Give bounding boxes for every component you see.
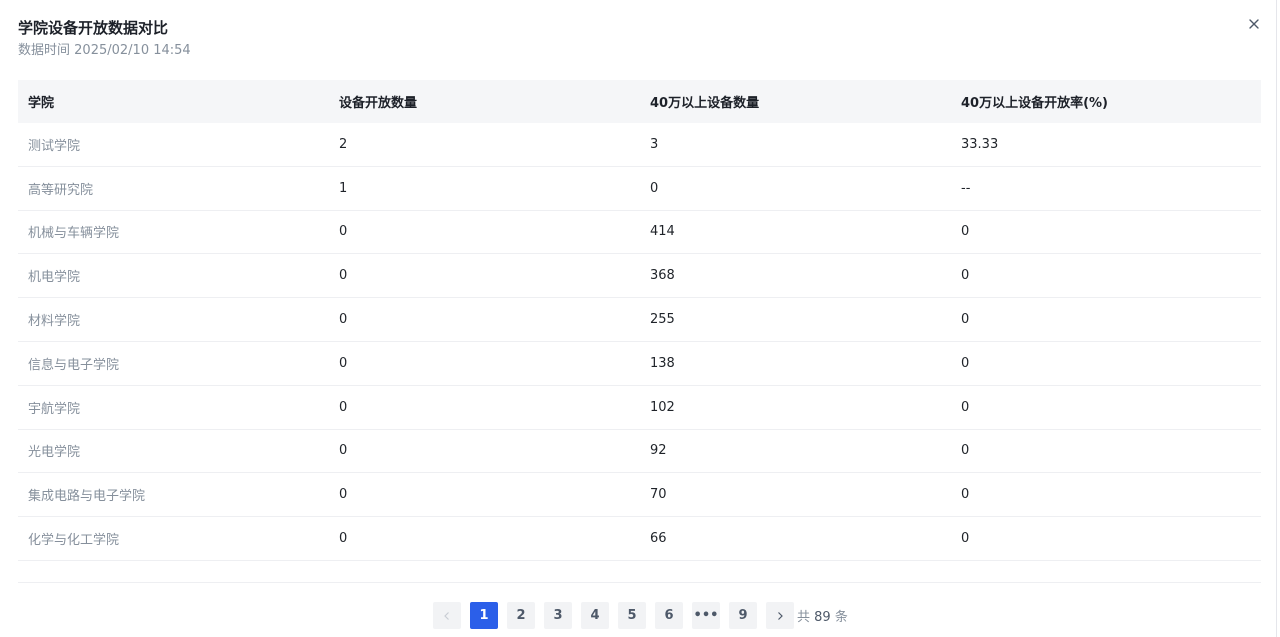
dialog-title: 学院设备开放数据对比 — [18, 19, 169, 37]
table-row: 信息与电子学院 0 138 0 — [18, 342, 1261, 386]
cell-college: 测试学院 — [28, 138, 81, 154]
cell-open-count: 1 — [339, 180, 348, 196]
cell-open-rate: 0 — [961, 531, 970, 547]
data-time-value: 2025/02/10 14:54 — [74, 43, 191, 58]
cell-device-count: 414 — [650, 224, 675, 240]
page-button[interactable]: 5 — [618, 602, 646, 629]
cell-open-rate: 0 — [961, 355, 970, 371]
page-list: 1 2 3 4 5 6 ••• 9 — [470, 602, 766, 629]
next-page-button[interactable] — [766, 602, 794, 629]
cell-open-rate: 0 — [961, 268, 970, 284]
cell-college: 机械与车辆学院 — [28, 226, 120, 242]
cell-device-count: 102 — [650, 399, 675, 415]
dialog-header: 学院设备开放数据对比 数据时间 2025/02/10 14:54 — [18, 18, 191, 60]
cell-device-count: 255 — [650, 312, 675, 328]
cell-open-rate: 0 — [961, 224, 970, 240]
page-button[interactable]: 9 — [729, 602, 757, 629]
cell-open-count: 0 — [339, 399, 348, 415]
cell-college: 机电学院 — [28, 270, 81, 286]
page-button[interactable]: 6 — [655, 602, 683, 629]
table-row: 测试学院 2 3 33.33 — [18, 123, 1261, 167]
cell-open-count: 0 — [339, 531, 348, 547]
table-row: 化学与化工学院 0 66 0 — [18, 517, 1261, 561]
cell-college: 宇航学院 — [28, 401, 81, 417]
cell-device-count: 368 — [650, 268, 675, 284]
cell-college: 材料学院 — [28, 314, 81, 330]
pagination: 1 2 3 4 5 6 ••• 9 共 89 条 — [433, 602, 848, 629]
table-row: 材料学院 0 255 0 — [18, 298, 1261, 342]
page-button[interactable]: 1 — [470, 602, 498, 629]
table-header: 学院 设备开放数量 40万以上设备数量 40万以上设备开放率(%) — [18, 80, 1261, 123]
cell-device-count: 0 — [650, 180, 659, 196]
data-time-label: 数据时间 — [18, 43, 71, 58]
cell-college: 化学与化工学院 — [28, 533, 120, 549]
cell-device-count: 70 — [650, 487, 667, 503]
prev-page-button[interactable] — [433, 602, 461, 629]
cell-open-rate: -- — [961, 180, 971, 196]
cell-college: 高等研究院 — [28, 182, 94, 198]
total-prefix: 共 — [797, 610, 811, 625]
header-open-count: 设备开放数量 — [339, 96, 418, 111]
close-icon — [1246, 16, 1262, 32]
scrollbar-track — [1276, 0, 1277, 637]
cell-device-count: 3 — [650, 136, 659, 152]
chevron-right-icon — [775, 611, 785, 621]
cell-open-rate: 33.33 — [961, 136, 999, 152]
cell-open-count: 2 — [339, 136, 348, 152]
cell-open-count: 0 — [339, 312, 348, 328]
total-suffix: 条 — [834, 610, 848, 625]
data-time: 数据时间 2025/02/10 14:54 — [18, 42, 191, 60]
cell-device-count: 92 — [650, 443, 667, 459]
total-count: 共 89 条 — [797, 606, 848, 625]
table-row: 高等研究院 1 0 -- — [18, 167, 1261, 211]
cell-open-count: 0 — [339, 355, 348, 371]
close-button[interactable] — [1246, 16, 1262, 32]
cell-college: 信息与电子学院 — [28, 357, 120, 373]
cell-college: 集成电路与电子学院 — [28, 489, 146, 505]
cell-open-rate: 0 — [961, 443, 970, 459]
page-button[interactable]: 2 — [507, 602, 535, 629]
header-open-rate: 40万以上设备开放率(%) — [961, 96, 1108, 111]
cell-open-rate: 0 — [961, 312, 970, 328]
header-device-count: 40万以上设备数量 — [650, 96, 760, 111]
header-college: 学院 — [28, 96, 55, 111]
page-button[interactable]: 4 — [581, 602, 609, 629]
cell-open-count: 0 — [339, 487, 348, 503]
cell-open-count: 0 — [339, 268, 348, 284]
total-number: 89 — [814, 610, 831, 625]
cell-open-count: 0 — [339, 443, 348, 459]
table-body: 测试学院 2 3 33.33 高等研究院 1 0 -- 机械与车辆学院 0 414 0 机电学院 0 368… — [18, 123, 1261, 561]
cell-open-rate: 0 — [961, 487, 970, 503]
page-ellipsis-button[interactable]: ••• — [692, 602, 720, 629]
cell-open-rate: 0 — [961, 399, 970, 415]
table-row: 光电学院 0 92 0 — [18, 430, 1261, 474]
table-row: 宇航学院 0 102 0 — [18, 386, 1261, 430]
table-row: 机械与车辆学院 0 414 0 — [18, 211, 1261, 255]
cell-college: 光电学院 — [28, 445, 81, 461]
cell-open-count: 0 — [339, 224, 348, 240]
comparison-table: 学院 设备开放数量 40万以上设备数量 40万以上设备开放率(%) 测试学院 2 3… — [18, 80, 1261, 583]
table-footer-divider — [18, 561, 1261, 583]
chevron-left-icon — [442, 611, 452, 621]
table-row: 集成电路与电子学院 0 70 0 — [18, 473, 1261, 518]
page-button[interactable]: 3 — [544, 602, 572, 629]
table-row: 机电学院 0 368 0 — [18, 254, 1261, 299]
cell-device-count: 66 — [650, 531, 667, 547]
cell-device-count: 138 — [650, 355, 675, 371]
